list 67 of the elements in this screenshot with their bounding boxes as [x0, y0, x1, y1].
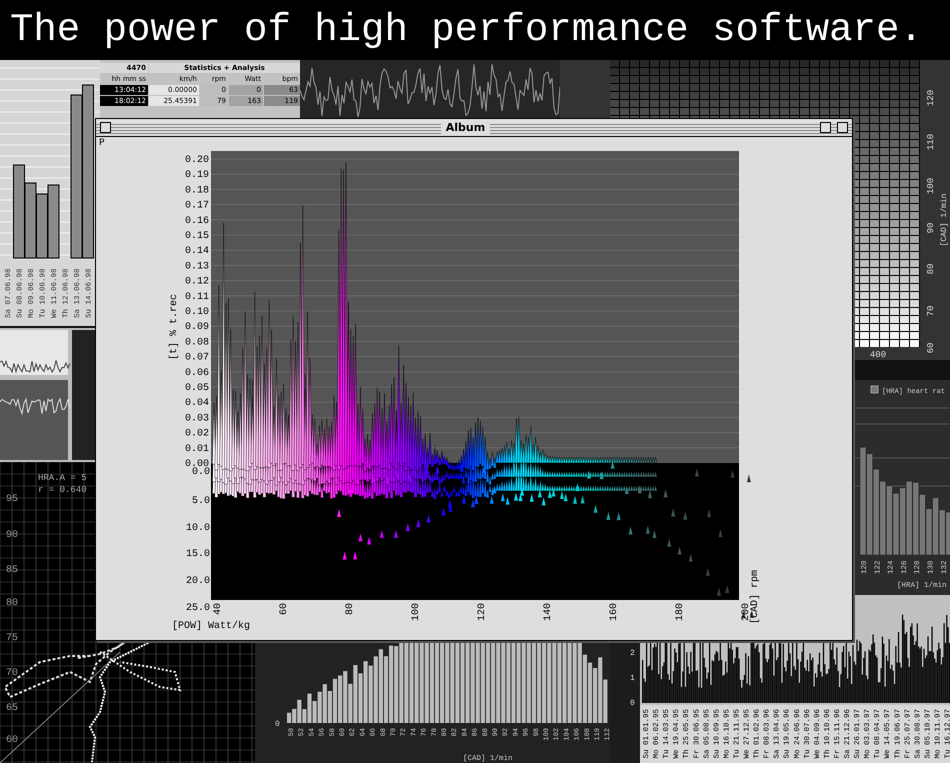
- axis-tick: 15.0: [186, 549, 210, 560]
- axis-tick: 0.13: [184, 261, 209, 272]
- axis-tick: 5.0: [192, 496, 210, 507]
- axis-tick: 20.0: [186, 576, 210, 587]
- axis-tick: 100: [411, 603, 422, 622]
- axis-tick: 70: [6, 668, 18, 679]
- axis-label: [t] % t.rec: [169, 294, 180, 360]
- axis-tick: 85: [6, 565, 18, 576]
- axis-tick: 60: [926, 342, 936, 354]
- close-box[interactable]: [100, 122, 111, 133]
- axis-tick: 80: [926, 264, 936, 274]
- axis-label: [POW] Watt/kg: [172, 621, 250, 632]
- collapse-box[interactable]: [836, 122, 848, 133]
- axis-tick: 400: [870, 350, 886, 360]
- axis-tick: 10.0: [186, 523, 210, 534]
- axis-tick: 0.08: [184, 337, 209, 348]
- window-title: Album: [440, 121, 490, 134]
- axis-tick: 1: [630, 674, 635, 683]
- axis-tick: 70: [926, 306, 936, 316]
- axis-label: [CAD] rpm: [750, 570, 761, 624]
- axis-tick: 0.16: [184, 216, 209, 227]
- zoom-box[interactable]: [820, 122, 831, 133]
- axis-tick: 0.20: [184, 155, 209, 166]
- axis-tick: 0.19: [184, 170, 209, 182]
- axis-tick: 90: [6, 530, 18, 541]
- axis-tick: 110: [926, 134, 936, 150]
- bar: [36, 194, 48, 258]
- axis-tick: 0.01: [184, 444, 209, 455]
- axis-tick: 0.17: [184, 200, 209, 212]
- axis-tick: 0.03: [184, 413, 209, 424]
- axis-tick: 100: [926, 178, 936, 194]
- correlation-label: r = 0.640: [38, 485, 87, 495]
- axis-tick: 160: [609, 603, 620, 622]
- axis-label: [CAD] 1/min: [940, 194, 949, 246]
- axis-tick: 0.14: [184, 246, 209, 258]
- axis-tick: 0.05: [184, 383, 209, 394]
- axis-tick: 80: [345, 603, 356, 616]
- axis-tick: 60: [279, 603, 290, 616]
- axis-tick: 40: [213, 603, 224, 616]
- corner-label: P: [99, 138, 104, 148]
- axis-tick: 0.07: [184, 352, 209, 364]
- axis-tick: 25.0: [186, 603, 210, 614]
- axis-tick: 60: [6, 735, 18, 746]
- axis-tick: 0.02: [184, 428, 209, 440]
- axis-tick: 0.06: [184, 368, 209, 379]
- axis-tick: 75: [6, 633, 18, 644]
- axis-tick: 80: [6, 598, 18, 609]
- axis-tick: 140: [543, 603, 554, 622]
- axis-tick: 120: [477, 603, 488, 622]
- axis-tick: 65: [6, 703, 18, 714]
- axis-tick: 0.0: [192, 467, 210, 478]
- legend-swatch: [870, 386, 878, 394]
- axis-tick: 0.12: [184, 276, 209, 288]
- axis-tick: 180: [675, 603, 686, 622]
- axis-tick: 0.09: [184, 322, 209, 334]
- axis-tick: 2: [630, 649, 635, 658]
- axis-tick: 0.15: [184, 231, 209, 242]
- axis-tick: 90: [926, 222, 936, 234]
- axis-tick: 95: [6, 494, 18, 505]
- axis-tick: 0: [275, 720, 280, 729]
- axis-tick: 0.10: [184, 307, 209, 318]
- axis-tick: 0: [630, 699, 635, 708]
- axis-tick: 0.18: [184, 185, 209, 196]
- axis-tick: 0.04: [184, 398, 209, 410]
- fit-equation: HRA.A = 5: [38, 473, 87, 483]
- axis-tick: 0.11: [184, 292, 209, 303]
- axis-tick: 120: [926, 90, 936, 106]
